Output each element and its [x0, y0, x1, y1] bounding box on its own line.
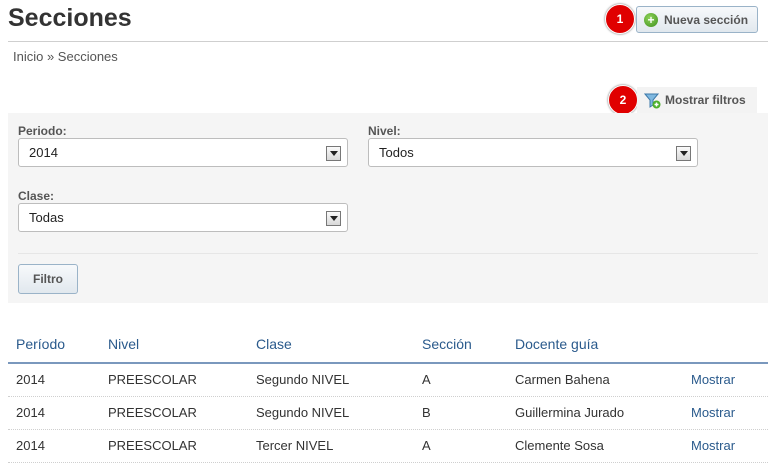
- clase-select[interactable]: Todas: [18, 203, 348, 232]
- plus-circle-icon: +: [644, 12, 658, 27]
- funnel-plus-icon: [643, 92, 661, 109]
- filter-panel: Periodo: 2014 Nivel: Todos Clase: Todas …: [8, 113, 768, 303]
- show-link[interactable]: Mostrar: [691, 372, 735, 387]
- cell-clase: Tercer NIVEL: [256, 438, 334, 453]
- periodo-label: Periodo:: [18, 124, 67, 138]
- header-nivel[interactable]: Nivel: [108, 336, 139, 352]
- cell-docente: Guillermina Jurado: [515, 405, 625, 420]
- cell-seccion: B: [422, 405, 431, 420]
- show-link[interactable]: Mostrar: [691, 405, 735, 420]
- chevron-down-icon: [326, 211, 341, 226]
- cell-nivel: PREESCOLAR: [108, 438, 197, 453]
- title-divider: [8, 41, 768, 42]
- periodo-value: 2014: [29, 145, 58, 160]
- header-periodo[interactable]: Período: [16, 336, 65, 352]
- chevron-down-icon: [326, 146, 341, 161]
- cell-seccion: A: [422, 372, 431, 387]
- cell-docente: Clemente Sosa: [515, 438, 604, 453]
- cell-docente: Carmen Bahena: [515, 372, 610, 387]
- nivel-select[interactable]: Todos: [368, 138, 698, 167]
- table-row: 2014 PREESCOLAR Segundo NIVEL A Carmen B…: [8, 364, 768, 397]
- nivel-label: Nivel:: [368, 124, 401, 138]
- show-filters-label: Mostrar filtros: [665, 93, 746, 107]
- chevron-down-icon: [676, 146, 691, 161]
- annotation-marker-1: 1: [605, 4, 635, 34]
- table-header: Período Nivel Clase Sección Docente guía: [8, 324, 768, 364]
- header-clase[interactable]: Clase: [256, 336, 292, 352]
- filter-divider: [18, 253, 758, 254]
- header-seccion[interactable]: Sección: [422, 336, 472, 352]
- cell-periodo: 2014: [16, 405, 45, 420]
- nivel-value: Todos: [379, 145, 414, 160]
- clase-label: Clase:: [18, 189, 55, 203]
- table-row: 2014 PREESCOLAR Segundo NIVEL B Guillerm…: [8, 397, 768, 430]
- periodo-select[interactable]: 2014: [18, 138, 348, 167]
- annotation-marker-2: 2: [608, 85, 638, 115]
- show-filters-toggle[interactable]: Mostrar filtros: [637, 87, 757, 113]
- sections-table: Período Nivel Clase Sección Docente guía…: [8, 324, 768, 463]
- cell-clase: Segundo NIVEL: [256, 372, 350, 387]
- breadcrumb: Inicio » Secciones: [13, 49, 118, 64]
- show-link[interactable]: Mostrar: [691, 438, 735, 453]
- table-row: 2014 PREESCOLAR Tercer NIVEL A Clemente …: [8, 430, 768, 463]
- new-section-button[interactable]: + Nueva sección: [636, 6, 758, 33]
- cell-clase: Segundo NIVEL: [256, 405, 350, 420]
- new-section-label: Nueva sección: [664, 12, 749, 27]
- cell-periodo: 2014: [16, 438, 45, 453]
- cell-periodo: 2014: [16, 372, 45, 387]
- cell-seccion: A: [422, 438, 431, 453]
- cell-nivel: PREESCOLAR: [108, 405, 197, 420]
- header-docente[interactable]: Docente guía: [515, 336, 598, 352]
- filter-button[interactable]: Filtro: [18, 264, 78, 294]
- page-title: Secciones: [8, 4, 132, 32]
- clase-value: Todas: [29, 210, 64, 225]
- cell-nivel: PREESCOLAR: [108, 372, 197, 387]
